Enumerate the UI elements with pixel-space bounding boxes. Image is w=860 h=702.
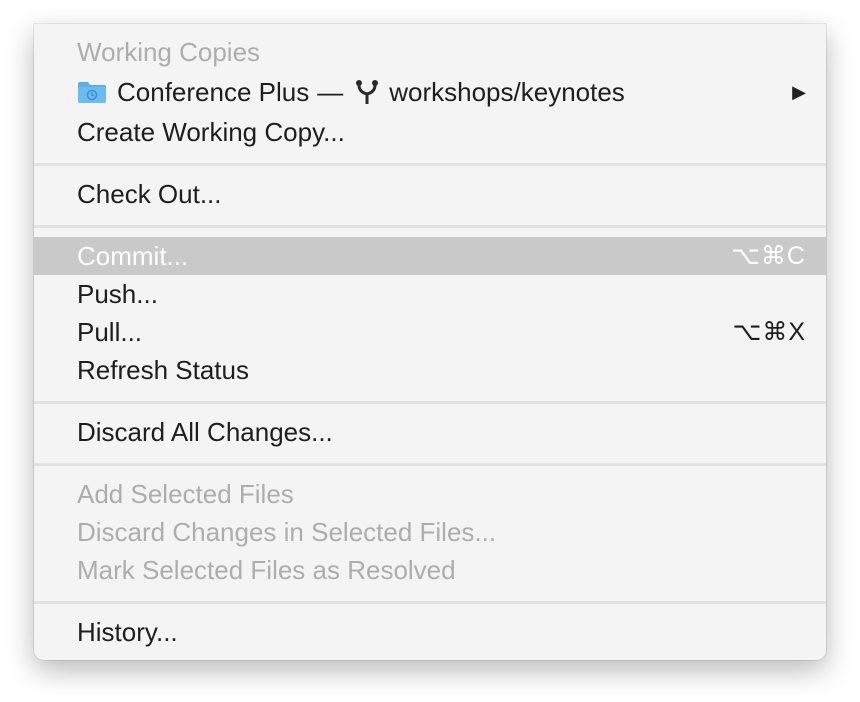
refresh-status-label: Refresh Status (77, 354, 249, 385)
working-copies-header-label: Working Copies (77, 36, 261, 67)
discard-selected-changes-item: Discard Changes in Selected Files... (34, 513, 826, 551)
discard-selected-changes-label: Discard Changes in Selected Files... (77, 516, 497, 547)
working-copy-branch: workshops/keynotes (389, 76, 625, 107)
discard-all-changes-item[interactable]: Discard All Changes... (34, 413, 826, 451)
working-copy-item[interactable]: Conference Plus — workshops/keynotes ▶ (34, 73, 826, 111)
refresh-status-item[interactable]: Refresh Status (34, 351, 826, 389)
branch-icon (356, 80, 379, 104)
check-out-label: Check Out... (77, 178, 222, 209)
create-working-copy-label: Create Working Copy... (77, 116, 345, 147)
separator (34, 601, 826, 604)
separator (34, 401, 826, 404)
check-out-item[interactable]: Check Out... (34, 175, 826, 213)
pull-item[interactable]: Pull... ⌥⌘X (34, 313, 826, 351)
history-item[interactable]: History... (34, 613, 826, 651)
commit-shortcut: ⌥⌘C (731, 242, 806, 270)
add-selected-files-item: Add Selected Files (34, 475, 826, 513)
pull-shortcut: ⌥⌘X (732, 318, 806, 346)
working-copy-content: Conference Plus — workshops/keynotes (77, 77, 792, 108)
separator (34, 163, 826, 166)
mark-resolved-item: Mark Selected Files as Resolved (34, 551, 826, 589)
push-item[interactable]: Push... (34, 275, 826, 313)
working-copies-header: Working Copies (34, 33, 826, 71)
commit-label: Commit... (77, 240, 189, 271)
working-copy-name: Conference Plus (117, 76, 310, 107)
separator (34, 225, 826, 228)
create-working-copy-item[interactable]: Create Working Copy... (34, 113, 826, 151)
pull-label: Pull... (77, 316, 143, 347)
folder-icon (78, 82, 106, 103)
add-selected-files-label: Add Selected Files (77, 478, 294, 509)
mark-resolved-label: Mark Selected Files as Resolved (77, 554, 456, 585)
submenu-arrow-icon: ▶ (792, 81, 806, 102)
discard-all-changes-label: Discard All Changes... (77, 416, 333, 447)
separator (34, 463, 826, 466)
commit-item[interactable]: Commit... ⌥⌘C (34, 237, 826, 275)
working-copy-dash: — (317, 76, 344, 107)
history-label: History... (77, 616, 178, 647)
push-label: Push... (77, 278, 158, 309)
source-control-menu: Working Copies Conference Plus — worksho… (34, 24, 826, 660)
